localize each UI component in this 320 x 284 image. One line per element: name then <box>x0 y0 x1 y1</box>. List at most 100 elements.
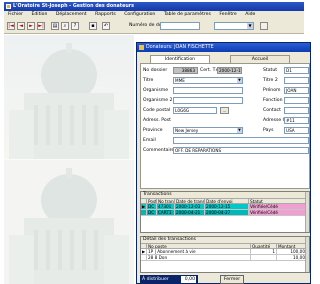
cell-quantite <box>251 255 277 260</box>
titre-value: MME <box>175 78 185 83</box>
chevron-down-icon: ▼ <box>247 23 253 29</box>
statut-field[interactable]: D1 <box>284 67 309 74</box>
oratory-image-top <box>4 35 134 159</box>
postal-lookup-button[interactable]: … <box>220 107 229 114</box>
cert-field: 2000-12-19 <box>217 67 242 74</box>
menu-rapports[interactable]: Rapports <box>95 12 116 17</box>
organisme2-field[interactable] <box>173 97 243 104</box>
donor-dialog: Donateurs: JOAN FISCHETTE Identification… <box>136 42 311 284</box>
cell-statut: Vérifiée/Cédé <box>249 210 307 215</box>
distrib-value: 0,00 <box>181 276 196 283</box>
cell-date-trans: 2000-12-03 <box>175 204 205 209</box>
code-postal-field[interactable]: L0G6G <box>173 107 217 114</box>
cell-quantite: 1 <box>251 249 277 254</box>
tab-accueil[interactable]: Accueil <box>230 55 290 63</box>
printer-icon[interactable]: ▤ <box>51 22 59 30</box>
col-quantite[interactable]: Quantité <box>251 244 277 248</box>
cell-montant: 10,00 <box>277 255 307 260</box>
pays-label: Pays <box>263 128 274 133</box>
organisme2-label: Organisme 2 <box>143 98 173 103</box>
undo-icon[interactable]: ↶ <box>102 22 110 30</box>
email-label: Email <box>143 138 156 143</box>
cell-no-trans: 47301 <box>157 204 175 209</box>
chevron-down-icon: ▼ <box>237 128 242 133</box>
col-date-envoi[interactable]: Date d'envoi <box>205 199 249 203</box>
next-record-button[interactable]: ► <box>27 22 35 30</box>
contact-field[interactable] <box>284 107 309 114</box>
col-no-poste[interactable]: No poste <box>147 244 251 248</box>
dialog-title: Donateurs: JOAN FISCHETTE <box>146 45 214 50</box>
province-select[interactable]: New Jersey ▼ <box>173 127 243 134</box>
oratory-image-bottom <box>4 160 134 284</box>
cell-no-trans: CART1 <box>157 210 175 215</box>
prev-record-button[interactable]: ◄ <box>17 22 25 30</box>
adress-post-label: Adress. Post <box>143 118 171 123</box>
menu-fenetre[interactable]: Fenêtre <box>219 12 236 17</box>
transactions-scrollbar[interactable] <box>305 192 309 232</box>
menu-table-parametres[interactable]: Table de paramètres <box>164 12 211 17</box>
menu-configuration[interactable]: Configuration <box>124 12 155 17</box>
window-titlebar: L'Oratoire St-Joseph - Gestion des donat… <box>4 2 304 11</box>
detail-section: Détail des transactions No poste Quantit… <box>140 236 310 273</box>
first-record-button[interactable]: |◄ <box>7 22 15 30</box>
organisme-field[interactable] <box>173 87 243 94</box>
fonction-label: Fonction <box>263 98 283 103</box>
distrib-label: À distribuer <box>142 277 169 282</box>
no-dossier-label: No dossier <box>143 68 168 73</box>
no-dossier-field: 38863 <box>173 67 198 74</box>
search-icon[interactable]: ⌕ <box>61 22 69 30</box>
cell-poste: DC <box>147 204 157 209</box>
last-record-button[interactable]: ►| <box>37 22 45 30</box>
menu-bar: Fichier Édition Déplacement Rapports Con… <box>4 11 304 19</box>
cell-no-poste: 1P | Abonnement à vie <box>147 249 251 254</box>
titre2-field[interactable] <box>284 77 309 84</box>
donor-number-input[interactable] <box>160 22 200 30</box>
background-image-area <box>4 35 134 284</box>
cell-poste: DC <box>147 210 157 215</box>
cell-no-poste: 28 8 Don <box>147 255 251 260</box>
adresse-civ-field[interactable]: #11 <box>284 117 309 124</box>
email-field[interactable] <box>173 137 309 144</box>
col-poste[interactable]: Poste <box>147 199 157 203</box>
tab-identification[interactable]: Identification <box>150 55 210 63</box>
chevron-down-icon: ▼ <box>237 78 242 83</box>
fonction-field[interactable] <box>284 97 309 104</box>
menu-edition[interactable]: Édition <box>31 12 47 17</box>
table-row[interactable]: DC CART1 2000-04-21 2000-04-27 Vérifiée/… <box>141 210 309 216</box>
contact-label: Contact <box>263 108 281 113</box>
dialog-footer: À distribuer 0,00 Fermer <box>140 275 310 284</box>
close-button[interactable]: Fermer <box>220 275 244 284</box>
help-icon[interactable]: ? <box>71 22 79 30</box>
identification-panel: No dossier 38863 Cert. Tx. 2000-12-19 St… <box>140 63 310 189</box>
save-icon[interactable]: ▪ <box>89 22 97 30</box>
window-title: L'Oratoire St-Joseph - Gestion des donat… <box>13 4 134 9</box>
titre-select[interactable]: MME ▼ <box>173 77 243 84</box>
col-montant[interactable]: Montant <box>277 244 307 248</box>
dialog-icon <box>139 45 144 50</box>
prenom-label: Prénom <box>263 88 281 93</box>
cell-statut: Vérifiée/Cédé <box>249 204 307 209</box>
titre-label: Titre <box>143 78 154 83</box>
menu-deplacement[interactable]: Déplacement <box>56 12 87 17</box>
pays-field[interactable]: USA <box>284 127 309 134</box>
menu-fichier[interactable]: Fichier <box>8 12 23 17</box>
detail-scrollbar[interactable] <box>305 237 309 272</box>
province-value: New Jersey <box>175 128 199 133</box>
cell-montant: 100,00 <box>277 249 307 254</box>
cell-date-envoi: 2000-04-27 <box>205 210 249 215</box>
distrib-box: À distribuer 0,00 <box>140 275 198 284</box>
col-date-trans[interactable]: Date de trans <box>175 199 205 203</box>
donor-select[interactable]: ▼ <box>214 22 254 30</box>
commentaire-label: Commentaire <box>143 148 175 153</box>
go-icon[interactable] <box>260 22 268 30</box>
titre2-label: Titre 2 <box>263 78 278 83</box>
organisme-label: Organisme <box>143 88 169 93</box>
province-label: Province <box>143 128 163 133</box>
prenom-field[interactable]: JOAN <box>284 87 309 94</box>
menu-aide[interactable]: Aide <box>245 12 255 17</box>
col-no-trans[interactable]: No trans <box>157 199 175 203</box>
commentaire-field[interactable]: OFF. DE REPARATIONS <box>173 147 309 154</box>
table-row[interactable]: 28 8 Don 10,00 <box>141 255 309 261</box>
cell-date-envoi: 2000-12-15 <box>205 204 249 209</box>
col-statut[interactable]: Statut <box>249 199 307 203</box>
